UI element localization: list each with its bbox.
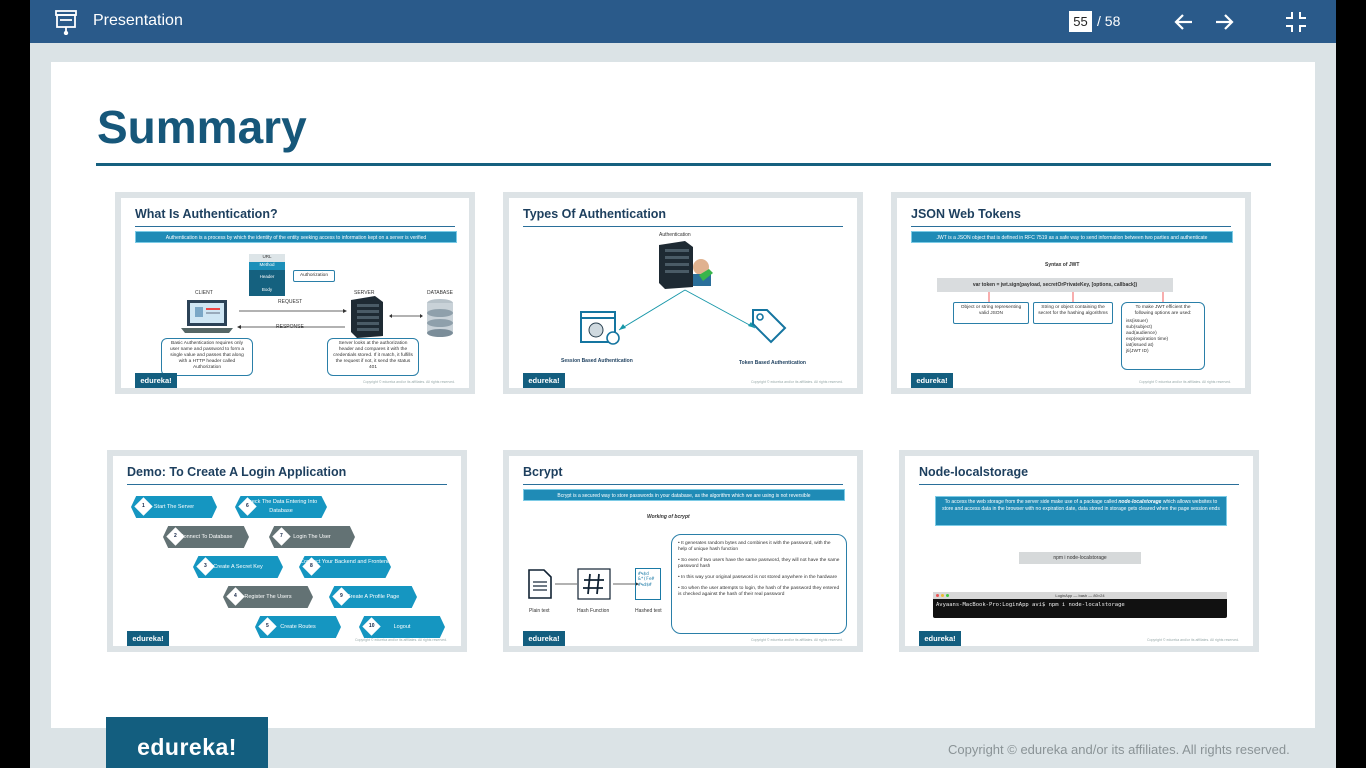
thumbnail-json-web-tokens[interactable]: JSON Web Tokens JWT is a JSON object tha… [891, 192, 1251, 394]
thumbnail-title: Bcrypt [523, 465, 563, 479]
thumbnail-logo: edureka! [523, 631, 565, 646]
thumbnail-what-is-authentication[interactable]: What Is Authentication? Authentication i… [115, 192, 475, 394]
authorization-tag: Authorization [293, 270, 335, 282]
basic-auth-note: Basic Authentication requires only user … [161, 338, 253, 376]
thumbnail-node-localstorage[interactable]: Node-localstorage To access the web stor… [899, 450, 1259, 652]
database-icon [427, 299, 453, 337]
thumbnail-logo: edureka! [523, 373, 565, 388]
plain-text-document-icon [528, 569, 552, 599]
app-title: Presentation [93, 12, 183, 29]
exit-fullscreen-icon[interactable] [1284, 10, 1308, 34]
jwt-options-box: To make JWT efficient the following opti… [1121, 302, 1205, 370]
copyright-text: Copyright © edureka and/or its affiliate… [948, 742, 1290, 757]
jwt-syntax-box: var token = jwt.sign(payload, secretOrPr… [937, 278, 1173, 292]
request-parts-stack: URL Method Header Body [249, 254, 285, 296]
slide-heading: Summary [97, 101, 307, 153]
thumbnail-logo: edureka! [127, 631, 169, 646]
thumbnail-logo: edureka! [911, 373, 953, 388]
client-laptop-icon [181, 300, 233, 333]
thumbnail-demo-login-application[interactable]: Demo: To Create A Login Application Star… [107, 450, 467, 652]
current-page-input[interactable]: 55 [1069, 11, 1092, 32]
heading-divider [96, 163, 1271, 166]
session-cookie-icon [580, 311, 620, 345]
presentation-icon [55, 10, 77, 35]
token-tag-icon [752, 309, 787, 344]
bcrypt-bullets-box: • It generates random bytes and combines… [671, 534, 847, 634]
terminal-window: LoginApp — bash — 80×24 Avyaans-MacBook-… [933, 592, 1227, 618]
thumbnail-banner: To access the web storage from the serve… [935, 496, 1227, 526]
server-icon [351, 296, 383, 338]
thumbnail-title: Demo: To Create A Login Application [127, 465, 347, 479]
thumbnail-logo: edureka! [919, 631, 961, 646]
server-check-note: Server looks at the authorization header… [327, 338, 419, 376]
thumbnail-banner: Bcrypt is a secured way to store passwor… [523, 489, 845, 501]
thumbnail-banner: JWT is a JSON object that is defined in … [911, 231, 1233, 243]
hash-function-icon [577, 568, 611, 600]
presentation-frame: Presentation 55 / 58 Summary What Is Aut… [30, 0, 1336, 768]
slide-canvas: Summary What Is Authentication? Authenti… [51, 62, 1315, 728]
top-bar: Presentation 55 / 58 [30, 0, 1336, 43]
total-pages: / 58 [1097, 13, 1121, 29]
thumbnail-title: Types Of Authentication [523, 207, 667, 221]
thumbnail-title: JSON Web Tokens [911, 207, 1021, 221]
thumbnail-bcrypt[interactable]: Bcrypt Bcrypt is a secured way to store … [503, 450, 863, 652]
hashed-text-icon: #%$d &*(Fe# #%d$# [635, 568, 661, 600]
thumbnail-title: What Is Authentication? [135, 207, 278, 221]
npm-command-box: npm i node-localstorage [1019, 552, 1141, 564]
thumbnail-logo: edureka! [135, 373, 177, 388]
request-arrow [237, 309, 347, 329]
next-slide-arrow-icon[interactable] [1212, 10, 1236, 34]
edureka-logo: edureka! [106, 717, 268, 768]
thumbnail-types-of-authentication[interactable]: Types Of Authentication Authentication S… [503, 192, 863, 394]
authentication-server-icon [659, 241, 713, 289]
previous-slide-arrow-icon[interactable] [1172, 10, 1196, 34]
thumbnail-title: Node-localstorage [919, 465, 1029, 479]
thumbnail-banner: Authentication is a process by which the… [135, 231, 457, 243]
